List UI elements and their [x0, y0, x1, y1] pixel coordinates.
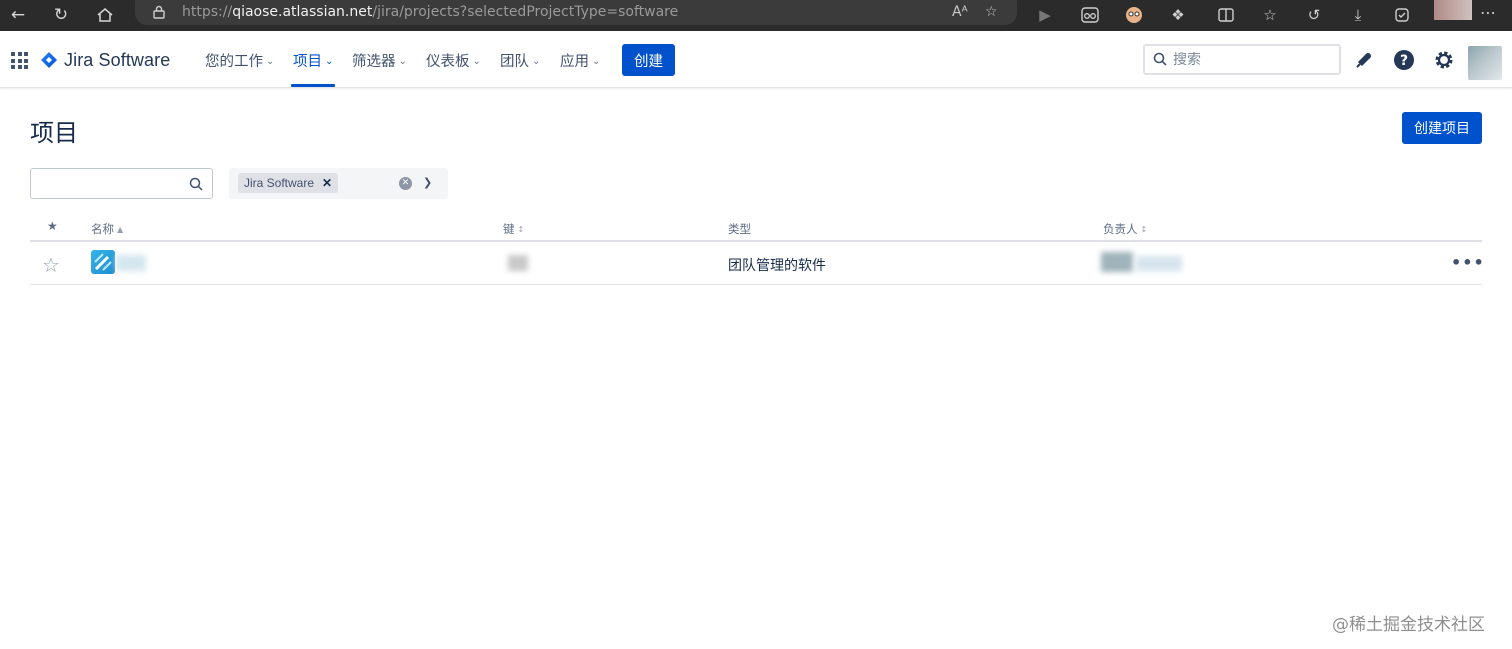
sort-icon: ↕ — [517, 225, 525, 234]
table-header-divider — [30, 240, 1482, 242]
browser-profile-avatar[interactable] — [1434, 0, 1472, 20]
more-actions-icon[interactable]: ••• — [1451, 253, 1485, 272]
chevron-down-icon: ⌄ — [532, 56, 541, 67]
sort-asc-icon: ▲ — [117, 225, 124, 234]
app-switcher-icon[interactable] — [11, 52, 28, 69]
lead-avatar — [1101, 252, 1133, 272]
search-box[interactable] — [1143, 44, 1341, 75]
jira-logo-icon — [41, 52, 57, 68]
svg-text:?: ? — [1400, 53, 1408, 69]
project-type: 团队管理的软件 — [728, 258, 826, 274]
column-header-name[interactable]: 名称 ▲ — [91, 221, 123, 237]
settings-gear-icon[interactable] — [1432, 48, 1456, 72]
column-header-lead[interactable]: 负责人 ↕ — [1103, 221, 1147, 237]
rocket-icon — [94, 253, 112, 271]
project-key — [508, 255, 528, 271]
table-row-divider — [30, 284, 1482, 285]
extensions-puzzle-icon[interactable]: ❖ — [1166, 3, 1190, 27]
search-icon — [189, 177, 203, 191]
nav-filters[interactable]: 筛选器 ⌄ — [352, 50, 407, 72]
notifications-icon[interactable] — [1352, 48, 1376, 72]
star-icon[interactable]: ☆ — [42, 253, 60, 277]
create-project-button[interactable]: 创建项目 — [1402, 112, 1482, 144]
watermark: @稀土掘金技术社区 — [1332, 615, 1485, 635]
chevron-down-icon[interactable]: ❯ — [423, 176, 432, 189]
clear-selection-icon[interactable]: ✕ — [399, 177, 412, 190]
search-icon — [1153, 52, 1167, 66]
nav-projects[interactable]: 项目 ⌄ — [293, 50, 333, 72]
back-icon[interactable]: ← — [5, 3, 31, 27]
downloads-icon[interactable]: ⤓ — [1346, 3, 1370, 27]
column-header-type: 类型 — [728, 222, 751, 236]
nav-teams[interactable]: 团队 ⌄ — [500, 50, 540, 72]
page-title: 项目 — [30, 119, 78, 147]
project-search-input[interactable] — [37, 174, 187, 194]
home-icon[interactable] — [92, 3, 118, 27]
active-nav-indicator — [291, 84, 335, 87]
project-search-field[interactable] — [30, 168, 213, 199]
nav-dashboards[interactable]: 仪表板 ⌄ — [426, 50, 481, 72]
address-bar[interactable]: https://qiaose.atlassian.net/jira/projec… — [135, 0, 1017, 25]
chevron-down-icon: ⌄ — [398, 56, 407, 67]
favorites-icon[interactable]: ☆ — [1258, 3, 1282, 27]
chevron-down-icon: ⌄ — [472, 56, 481, 67]
project-type-tag: Jira Software ✕ — [238, 173, 339, 193]
split-screen-icon[interactable] — [1214, 3, 1238, 27]
play-icon[interactable]: ▶ — [1033, 3, 1057, 27]
chevron-down-icon: ⌄ — [592, 56, 601, 67]
remove-tag-icon[interactable]: ✕ — [322, 176, 332, 190]
lock-icon — [153, 5, 165, 19]
nav-your-work[interactable]: 您的工作 ⌄ — [205, 50, 274, 72]
create-button[interactable]: 创建 — [622, 44, 675, 76]
nav-apps[interactable]: 应用 ⌄ — [560, 50, 600, 72]
browser-toolbar: ← ↻ https://qiaose.atlassian.net/jira/pr… — [0, 0, 1512, 31]
favorite-add-icon[interactable]: ☆ — [985, 2, 998, 22]
url-text: https://qiaose.atlassian.net/jira/projec… — [182, 4, 679, 20]
reload-icon[interactable]: ↻ — [48, 3, 74, 27]
column-header-key[interactable]: 键 ↕ — [503, 221, 524, 237]
collections-icon[interactable] — [1390, 3, 1414, 27]
project-type-select[interactable]: Jira Software ✕ ✕ ❯ — [229, 168, 448, 199]
logo-text: Jira Software — [64, 49, 171, 70]
search-input[interactable] — [1173, 49, 1333, 71]
sort-icon: ↕ — [1140, 225, 1148, 234]
chevron-down-icon: ⌄ — [266, 56, 275, 67]
jira-logo[interactable]: Jira Software — [40, 49, 170, 71]
project-name-link[interactable] — [116, 255, 146, 271]
project-avatar[interactable] — [91, 250, 115, 274]
history-icon[interactable]: ↺ — [1302, 3, 1326, 27]
user-avatar[interactable] — [1468, 46, 1502, 80]
column-header-star: ★ — [47, 219, 58, 233]
browser-menu-icon[interactable]: ⋯ — [1480, 3, 1496, 22]
extension-glasses-icon[interactable] — [1078, 3, 1102, 27]
jira-top-nav: Jira Software 您的工作 ⌄ 项目 ⌄ 筛选器 ⌄ 仪表板 ⌄ 团队 ⌄ 应用… — [0, 31, 1512, 88]
help-icon[interactable]: ? — [1392, 48, 1416, 72]
read-aloud-icon[interactable]: Aᴬ — [952, 2, 968, 22]
lead-name-link[interactable] — [1136, 256, 1182, 271]
extension-face-icon[interactable] — [1122, 3, 1146, 27]
chevron-down-icon: ⌄ — [325, 56, 334, 67]
